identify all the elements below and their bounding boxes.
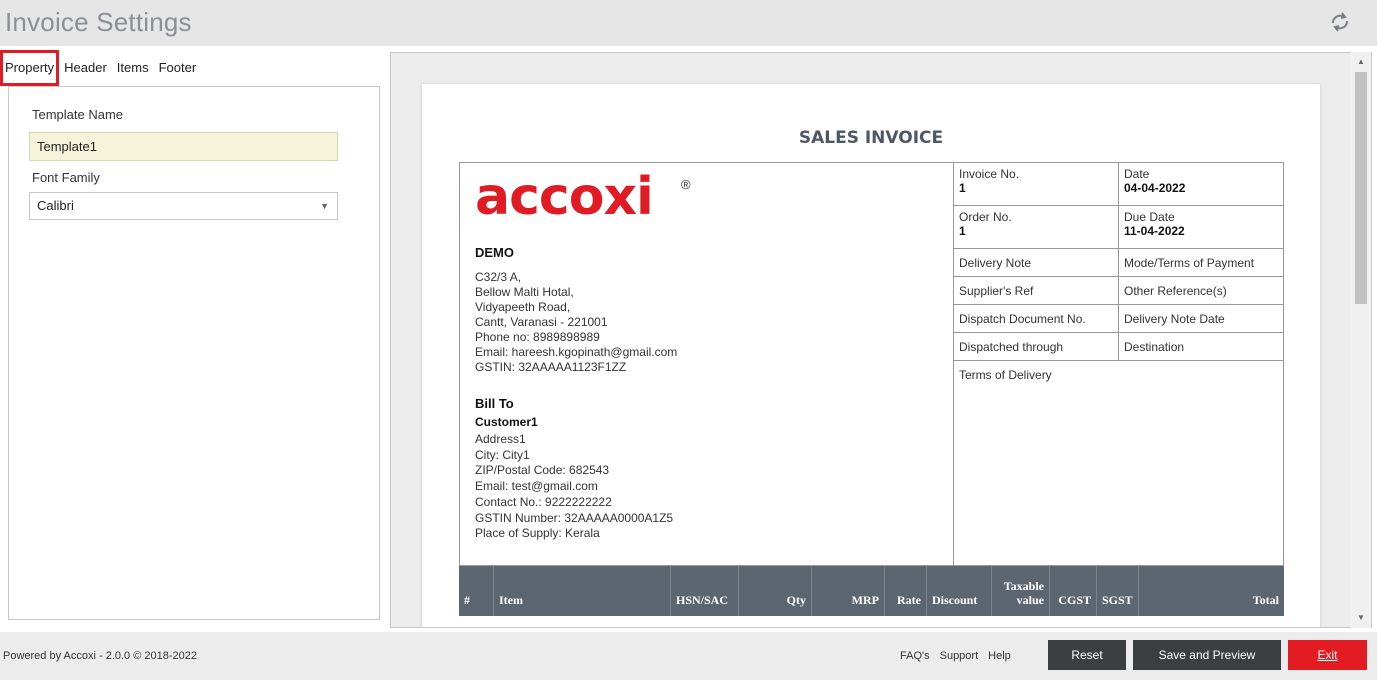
invoice-preview: SALES INVOICE accoxi ® DEMO C32/3 A, Bel… [390,52,1372,628]
due-date-cell: Due Date 11-04-2022 [1119,206,1283,248]
due-date-label: Due Date [1124,210,1175,224]
invoice-title: SALES INVOICE [798,128,944,148]
dispatch-doc-cell: Dispatch Document No. [954,305,1119,332]
save-and-preview-button[interactable]: Save and Preview [1133,640,1281,670]
details-row: Delivery Note Mode/Terms of Payment [954,249,1283,277]
date-value: 04-04-2022 [1124,181,1186,195]
date-cell: Date 04-04-2022 [1119,163,1283,205]
footer-links: FAQ's Support Help [900,650,1011,662]
details-row: Dispatch Document No. Delivery Note Date [954,305,1283,333]
invoice-header-box: accoxi ® DEMO C32/3 A, Bellow Malti Hota… [459,162,1284,566]
settings-tabs: Property Header Items Footer [0,50,201,86]
invoice-no-label: Invoice No. [959,167,1020,181]
details-row: Order No. 1 Due Date 11-04-2022 [954,206,1283,249]
bill-to-line: Place of Supply: Kerala [475,526,600,541]
order-no-cell: Order No. 1 [954,206,1119,248]
destination-cell: Destination [1124,340,1185,354]
column-header: Discount [927,566,992,616]
exit-label: Exit [1317,648,1338,662]
order-no-value: 1 [959,224,966,238]
template-name-input[interactable] [29,132,338,161]
bill-to-line: GSTIN Number: 32AAAAA0000A1Z5 [475,510,674,525]
bill-to-details: Address1 City: City1 ZIP/Postal Code: 68… [475,432,673,542]
scroll-down-icon[interactable]: ▼ [1351,610,1371,626]
bill-to-line: City: City1 [475,447,530,462]
items-table-header: # Item HSN/SAC Qty MRP Rate Discount Tax… [459,566,1284,616]
column-header: Total [1252,593,1279,607]
support-link[interactable]: Support [940,650,979,662]
address-line: Email: hareesh.kgopinath@gmail.com [475,345,678,359]
bill-to-heading: Bill To [475,396,514,411]
details-row: Invoice No. 1 Date 04-04-2022 [954,163,1283,206]
suppliers-ref-cell: Supplier's Ref [954,277,1119,304]
delivery-note-cell: Delivery Note [954,249,1119,276]
font-family-select[interactable]: Calibri ▼ [29,192,338,220]
details-row: Supplier's Ref Other Reference(s) [954,277,1283,305]
column-header: HSN/SAC [671,566,739,616]
help-link[interactable]: Help [988,650,1011,662]
scrollbar-thumb[interactable] [1355,72,1367,304]
page-title: Invoice Settings [5,7,192,37]
faq-link[interactable]: FAQ's [900,650,930,662]
registered-mark: ® [681,177,691,192]
address-line: C32/3 A, [475,270,522,284]
invoice-page: SALES INVOICE accoxi ® DEMO C32/3 A, Bel… [422,84,1320,627]
refresh-icon[interactable] [1325,7,1355,37]
column-header: Item [494,566,671,616]
tab-property[interactable]: Property [0,50,60,86]
font-family-value: Calibri [37,198,74,213]
address-line: Phone no: 8989898989 [475,330,600,344]
invoice-no-value: 1 [959,181,966,195]
font-family-label: Font Family [32,170,100,185]
company-logo: accoxi [475,167,654,227]
preview-scrollbar[interactable]: ▲ ▼ [1351,52,1371,628]
due-date-value: 11-04-2022 [1124,224,1185,238]
terms-of-delivery: Terms of Delivery [959,368,1052,382]
column-header: MRP [812,566,885,616]
company-section: accoxi ® DEMO C32/3 A, Bellow Malti Hota… [460,163,954,565]
date-label: Date [1124,167,1150,181]
delivery-note-date-cell: Delivery Note Date [1124,312,1225,326]
column-header: Rate [885,566,927,616]
bill-to-line: Email: test@gmail.com [475,479,598,494]
address-line: GSTIN: 32AAAAA1123F1ZZ [475,360,627,374]
tab-items[interactable]: Items [112,50,154,86]
mode-terms-cell: Mode/Terms of Payment [1124,256,1255,270]
reset-button[interactable]: Reset [1048,640,1126,670]
column-header: Qty [739,566,812,616]
dispatched-through-cell: Dispatched through [954,333,1119,360]
powered-by-text: Powered by Accoxi - 2.0.0 © 2018-2022 [3,650,197,662]
chevron-down-icon: ▼ [320,201,329,211]
address-line: Bellow Malti Hotal, [475,285,574,299]
invoice-no-cell: Invoice No. 1 [954,163,1119,205]
other-refs-cell: Other Reference(s) [1124,284,1227,298]
column-header: CGST [1050,566,1097,616]
address-line: Cantt, Varanasi - 221001 [475,315,608,329]
column-header: Taxable value [992,566,1050,616]
company-address: C32/3 A, Bellow Malti Hotal, Vidyapeeth … [475,270,677,375]
settings-panel: Property Header Items Footer Template Na… [0,46,385,630]
company-name: DEMO [475,245,514,260]
invoice-details-grid: Invoice No. 1 Date 04-04-2022 Order No. … [954,163,1283,389]
details-row: Dispatched through Destination [954,333,1283,361]
bill-to-line: ZIP/Postal Code: 682543 [475,463,610,478]
order-no-label: Order No. [959,210,1012,224]
footer-bar: Powered by Accoxi - 2.0.0 © 2018-2022 FA… [0,632,1377,680]
column-header: # [459,566,494,616]
tab-footer[interactable]: Footer [154,50,202,86]
bill-to-line: Contact No.: 9222222222 [475,494,612,509]
scroll-up-icon[interactable]: ▲ [1351,54,1371,70]
customer-name: Customer1 [475,415,538,429]
tab-header[interactable]: Header [59,50,112,86]
property-panel: Template Name Font Family Calibri ▼ [8,86,380,620]
address-line: Vidyapeeth Road, [475,300,571,314]
exit-button[interactable]: Exit [1288,640,1367,670]
template-name-label: Template Name [32,107,124,122]
column-header: SGST [1097,566,1139,616]
bill-to-line: Address1 [475,432,526,446]
title-bar: Invoice Settings [0,0,1377,46]
